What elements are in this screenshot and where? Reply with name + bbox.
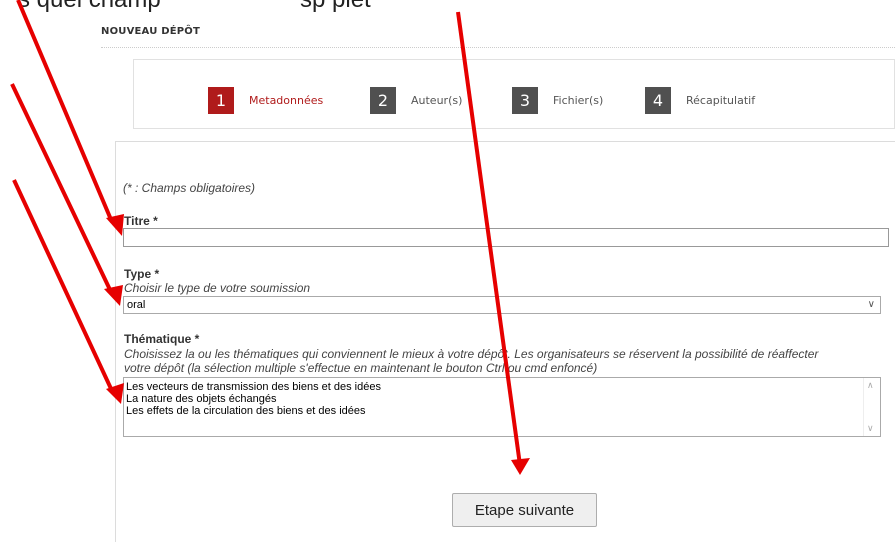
step-metadonnees[interactable]: 1 Metadonnées (208, 85, 323, 115)
step-number: 4 (645, 86, 671, 114)
caption-left: s quel champ (18, 0, 161, 14)
step-number: 1 (208, 86, 234, 114)
form-panel (115, 141, 895, 542)
type-select[interactable]: oral ∨ (123, 296, 881, 314)
scroll-down-icon[interactable]: ∨ (867, 423, 874, 434)
step-recapitulatif[interactable]: 4 Récapitulatif (645, 85, 755, 115)
step-fichiers[interactable]: 3 Fichier(s) (512, 85, 603, 115)
section-title: NOUVEAU DÉPÔT (101, 26, 200, 37)
caption-right: sp plet (300, 0, 371, 14)
step-number: 3 (512, 86, 538, 114)
thematique-label: Thématique * (124, 332, 200, 346)
thematique-listbox[interactable]: Les vecteurs de transmission des biens e… (123, 377, 881, 437)
scrollbar[interactable]: ∧ ∨ (863, 378, 880, 436)
list-item[interactable]: Les vecteurs de transmission des biens e… (124, 381, 381, 393)
chevron-down-icon: ∨ (867, 299, 875, 310)
scroll-up-icon[interactable]: ∧ (867, 380, 874, 391)
arrow-to-thematique (12, 179, 115, 394)
arrow-to-type (10, 83, 114, 295)
step-label: Fichier(s) (553, 93, 604, 107)
type-select-value: oral (127, 299, 146, 311)
thematique-help: Choisissez la ou les thématiques qui con… (124, 347, 819, 375)
step-label: Récapitulatif (686, 93, 756, 107)
titre-label: Titre * (124, 214, 158, 228)
divider (101, 47, 895, 48)
step-number: 2 (370, 86, 396, 114)
arrow-to-titre (16, 0, 114, 223)
required-fields-note: (* : Champs obligatoires) (123, 181, 256, 195)
type-label: Type * (124, 267, 160, 281)
list-item[interactable]: Les effets de la circulation des biens e… (124, 405, 381, 417)
list-item[interactable]: La nature des objets échangés (124, 393, 381, 405)
step-auteurs[interactable]: 2 Auteur(s) (370, 85, 462, 115)
type-help: Choisir le type de votre soumission (124, 281, 311, 295)
step-label: Metadonnées (249, 93, 324, 107)
step-label: Auteur(s) (411, 93, 463, 107)
next-step-button[interactable]: Etape suivante (452, 493, 597, 527)
titre-input[interactable] (123, 228, 889, 247)
wizard-steps: 1 Metadonnées 2 Auteur(s) 3 Fichier(s) 4… (133, 59, 895, 129)
